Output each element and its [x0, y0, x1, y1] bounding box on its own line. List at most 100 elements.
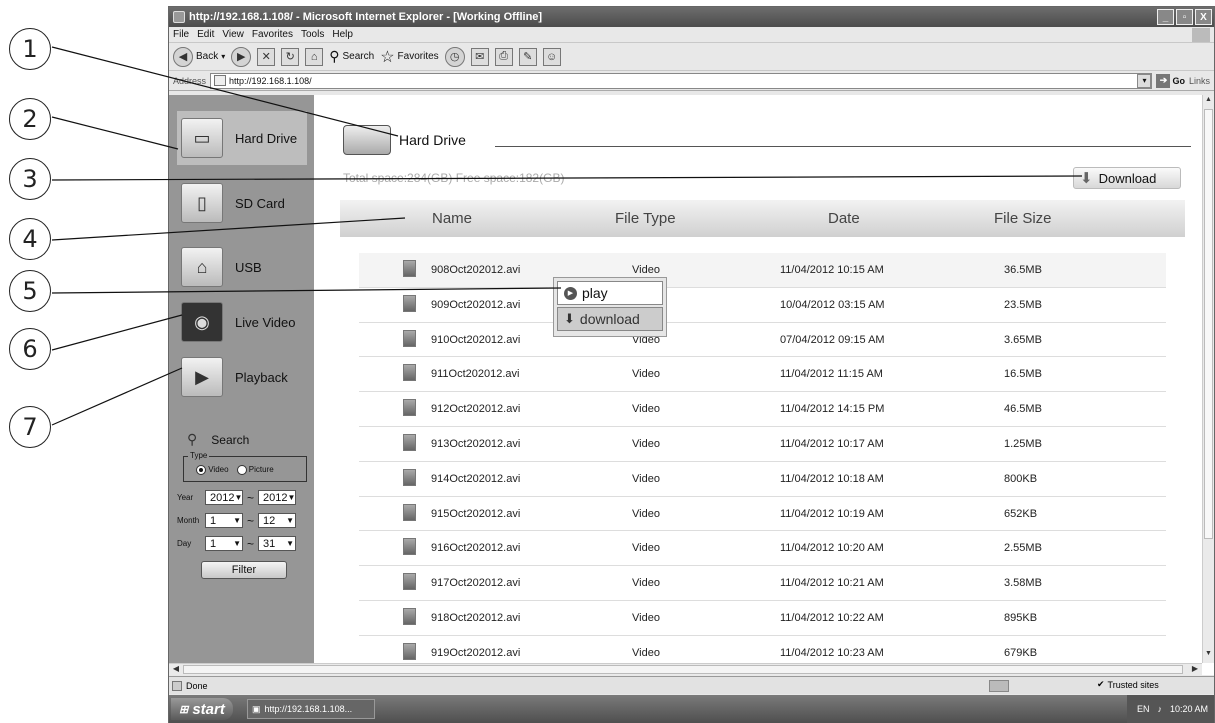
scroll-up-icon[interactable]: ▲ [1204, 96, 1213, 108]
table-row[interactable]: 917Oct202012.avi Video 11/04/2012 10:21 AM… [359, 566, 1166, 601]
maximize-button[interactable]: ▫ [1176, 9, 1193, 25]
table-row[interactable]: 910Oct202012.avi Video 07/04/2012 09:15 AM… [359, 323, 1166, 358]
start-button[interactable]: ⊞ start [171, 698, 233, 720]
context-download-item[interactable]: ⬇ download [557, 307, 663, 331]
type-option-video[interactable]: Video [196, 465, 229, 475]
table-row[interactable]: 914Oct202012.avi Video 11/04/2012 10:18 AM… [359, 462, 1166, 497]
volume-icon[interactable]: ♪ [1157, 704, 1162, 714]
page-title: Hard Drive [399, 132, 466, 148]
day-from-select[interactable]: 1 ▼ [205, 536, 243, 551]
address-input[interactable]: http://192.168.1.108/ ▾ [210, 72, 1153, 89]
favorites-button[interactable]: ☆ Favorites [380, 47, 438, 67]
month-to-select[interactable]: 12 ▼ [258, 513, 297, 528]
column-name[interactable]: Name [432, 210, 472, 227]
radio-label: Video [208, 465, 229, 475]
vertical-scrollbar[interactable]: ▲ ▼ [1202, 95, 1214, 663]
go-label: Go [1172, 75, 1185, 86]
column-file-size[interactable]: File Size [994, 210, 1052, 227]
select-value: 31 [263, 537, 276, 550]
type-option-picture[interactable]: Picture [236, 465, 274, 475]
select-value: 2012 [263, 491, 288, 504]
horizontal-scrollbar[interactable]: ◀ ▶ [169, 663, 1202, 675]
refresh-button[interactable]: ↻ [281, 47, 300, 66]
callout-6: 6 [9, 328, 51, 370]
file-name-cell: 914Oct202012.avi [431, 472, 521, 485]
scroll-down-icon[interactable]: ▼ [1204, 650, 1213, 662]
menu-help[interactable]: Help [332, 29, 353, 40]
storage-space-text: Total space:284(GB) Free space:182(GB) [343, 171, 565, 185]
table-row[interactable]: 915Oct202012.avi Video 11/04/2012 10:19 AM… [359, 497, 1166, 532]
stop-button[interactable]: ✕ [257, 47, 276, 66]
back-label: Back [196, 51, 219, 62]
home-button[interactable]: ⌂ [305, 47, 324, 66]
print-button[interactable]: ⎙ [494, 47, 513, 66]
messenger-button[interactable]: ☺ [542, 47, 561, 66]
callout-2: 2 [9, 98, 51, 140]
sidebar-item-sd-card[interactable]: ▯ SD Card [177, 176, 307, 230]
table-row[interactable]: 911Oct202012.avi Video 11/04/2012 11:15 AM… [359, 357, 1166, 393]
video-file-icon [403, 364, 416, 382]
year-to-select[interactable]: 2012 ▼ [258, 490, 297, 505]
scroll-left-icon[interactable]: ◀ [170, 664, 182, 675]
table-row[interactable]: 918Oct202012.avi Video 11/04/2012 10:22 AM… [359, 601, 1166, 636]
download-button[interactable]: ⬇ Download [1073, 167, 1181, 189]
scroll-thumb[interactable] [1204, 109, 1213, 539]
file-list: 908Oct202012.avi Video 11/04/2012 10:15 AM… [359, 253, 1166, 671]
check-icon: ✔ [1097, 679, 1105, 689]
table-row[interactable]: 913Oct202012.avi Video 11/04/2012 10:17 AM… [359, 427, 1166, 462]
menu-edit[interactable]: Edit [197, 29, 214, 40]
forward-button[interactable]: ▶ [231, 46, 252, 67]
hard-drive-icon [343, 125, 391, 155]
sidebar-item-usb[interactable]: ⌂ USB [177, 240, 307, 294]
sidebar-item-playback[interactable]: ▶ Playback [177, 350, 307, 404]
file-size-cell: 3.58MB [1004, 577, 1042, 590]
scroll-right-icon[interactable]: ▶ [1189, 664, 1201, 675]
minimize-button[interactable]: _ [1157, 9, 1174, 25]
menu-favorites[interactable]: Favorites [252, 29, 293, 40]
edit-button[interactable]: ✎ [518, 47, 537, 66]
live-video-icon: ◉ [181, 302, 223, 342]
day-to-select[interactable]: 31 ▼ [258, 536, 297, 551]
links-label[interactable]: Links [1189, 76, 1214, 86]
day-label: Day [177, 539, 192, 548]
network-icon [989, 680, 1009, 692]
language-indicator[interactable]: EN [1137, 704, 1150, 714]
go-button[interactable]: ➔ Go [1156, 73, 1185, 88]
table-row[interactable]: 909Oct202012.aviVideo10/04/2012 03:15 AM… [359, 288, 1166, 323]
file-size-cell: 23.5MB [1004, 298, 1042, 311]
mail-button[interactable]: ✉ [470, 47, 489, 66]
radio-picture[interactable] [236, 465, 247, 475]
scroll-thumb[interactable] [183, 665, 1183, 674]
address-dropdown-icon[interactable]: ▾ [1137, 73, 1152, 88]
column-date[interactable]: Date [828, 210, 860, 227]
column-file-type[interactable]: File Type [615, 210, 676, 227]
context-download-label: download [579, 311, 640, 327]
menu-tools[interactable]: Tools [301, 29, 324, 40]
back-button[interactable]: ◀ Back ▾ [173, 46, 225, 67]
address-bar: Address http://192.168.1.108/ ▾ ➔ Go Link… [169, 71, 1214, 91]
file-date-cell: 11/04/2012 10:20 AM [780, 542, 884, 555]
history-button[interactable]: ◷ [444, 46, 465, 67]
context-play-item[interactable]: ▶ play [557, 281, 663, 305]
sidebar-item-hard-drive[interactable]: ▭ Hard Drive [177, 111, 307, 165]
radio-video[interactable] [196, 465, 206, 475]
windows-logo-icon: ⊞ [179, 703, 189, 716]
select-value: 1 [210, 537, 217, 550]
sidebar-item-live-video[interactable]: ◉ Live Video [177, 295, 307, 349]
ie-icon: ▣ [252, 703, 261, 714]
search-button[interactable]: ⚲ Search [329, 48, 374, 65]
table-row[interactable]: 912Oct202012.avi Video 11/04/2012 14:15 PM… [359, 392, 1166, 427]
filter-button[interactable]: Filter [201, 561, 287, 579]
year-from-select[interactable]: 2012 ▼ [205, 490, 243, 505]
file-type-cell: Video [632, 403, 660, 416]
menu-view[interactable]: View [222, 29, 244, 40]
menu-file[interactable]: File [173, 29, 189, 40]
close-button[interactable]: X [1195, 9, 1212, 25]
page-icon [214, 75, 227, 86]
table-row[interactable]: 908Oct202012.avi Video 11/04/2012 10:15 AM… [359, 253, 1166, 288]
month-from-select[interactable]: 1 ▼ [205, 513, 243, 528]
taskbar-item-browser[interactable]: ▣ http://192.168.1.108... [247, 699, 375, 719]
table-row[interactable]: 916Oct202012.avi Video 11/04/2012 10:20 AM… [359, 531, 1166, 567]
video-file-icon [403, 329, 416, 347]
section-header: Hard Drive [343, 125, 466, 155]
